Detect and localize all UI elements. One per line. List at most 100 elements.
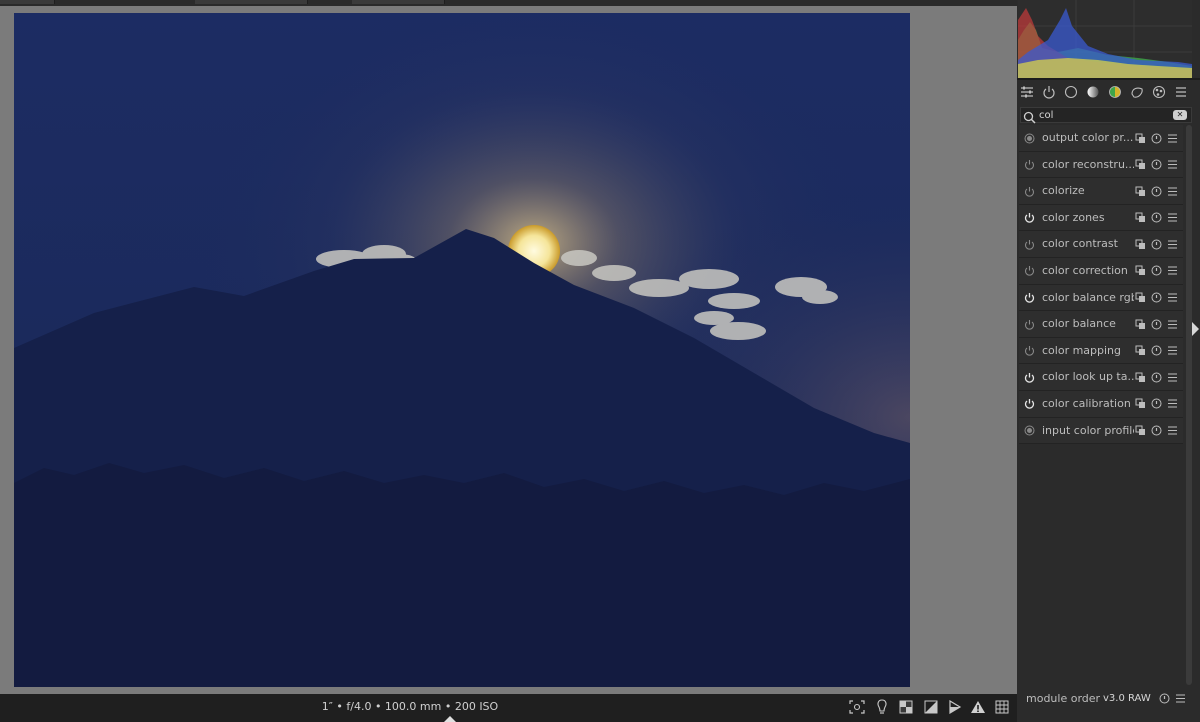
multi-instance-icon[interactable] [1134,292,1146,304]
module-label: input color profile [1042,423,1134,437]
power-on-icon[interactable] [1023,292,1035,304]
reset-icon[interactable] [1150,371,1162,383]
module-list: output color pr... color reconstru... co… [1019,125,1183,445]
reset-icon[interactable] [1150,318,1162,330]
module-label: color zones [1042,210,1105,224]
presets-menu-icon[interactable] [1166,265,1178,277]
module-color-contrast[interactable]: color contrast [1019,231,1183,258]
module-label: color calibration [1042,396,1131,410]
presets-menu-icon[interactable] [1166,292,1178,304]
power-off-icon[interactable] [1023,345,1035,357]
power-off-icon[interactable] [1023,318,1035,330]
module-order-label: module order [1026,692,1101,705]
tone-group-icon[interactable] [1084,83,1102,101]
power-on-icon[interactable] [1023,398,1035,410]
module-search-box: ✕ [1020,107,1192,124]
module-color-balance[interactable]: color balance [1019,311,1183,338]
clipping-indicator-icon[interactable] [922,698,940,716]
power-on-icon[interactable] [1023,212,1035,224]
color-assessment-icon[interactable] [873,698,891,716]
multi-instance-icon[interactable] [1134,371,1146,383]
reset-icon[interactable] [1150,238,1162,250]
module-color-calibration[interactable]: color calibration [1019,390,1183,418]
top-strip-segment[interactable] [352,0,445,4]
softproof-icon[interactable] [946,698,964,716]
reset-icon[interactable] [1150,265,1162,277]
reset-icon[interactable] [1150,212,1162,224]
base-group-icon[interactable] [1062,83,1080,101]
menu-icon[interactable] [1172,83,1190,101]
module-color-balance-rgb[interactable]: color balance rgb [1019,284,1183,312]
multi-instance-icon[interactable] [1134,159,1146,171]
multi-instance-icon[interactable] [1134,318,1146,330]
module-input-color-profile[interactable]: input color profile [1019,417,1183,445]
focus-peaking-icon[interactable] [848,698,866,716]
multi-instance-icon[interactable] [1134,265,1146,277]
multi-instance-icon[interactable] [1134,425,1146,437]
presets-menu-icon[interactable] [1166,132,1178,144]
presets-menu-icon[interactable] [1166,185,1178,197]
raw-overexposed-icon[interactable] [897,698,915,716]
expand-right-panel-arrow-icon[interactable] [1192,322,1199,336]
presets-menu-icon[interactable] [1166,159,1178,171]
presets-menu-icon[interactable] [1166,345,1178,357]
main-image[interactable] [14,13,910,687]
reset-icon[interactable] [1157,691,1171,705]
module-group-tabs [1017,83,1200,103]
reset-icon[interactable] [1150,398,1162,410]
reset-icon[interactable] [1150,159,1162,171]
presets-menu-icon[interactable] [1166,371,1178,383]
search-input[interactable] [1039,108,1169,122]
module-color-mapping[interactable]: color mapping [1019,337,1183,365]
power-on-icon[interactable] [1023,371,1035,383]
active-modules-icon[interactable] [1040,83,1058,101]
multi-instance-icon[interactable] [1134,398,1146,410]
multi-instance-icon[interactable] [1134,345,1146,357]
histogram[interactable] [1018,0,1192,78]
module-label: color reconstru... [1042,157,1134,171]
gamut-check-icon[interactable] [969,698,987,716]
reset-icon[interactable] [1150,185,1162,197]
effect-group-icon[interactable] [1150,83,1168,101]
clear-search-icon[interactable]: ✕ [1173,110,1187,120]
module-label: color correction [1042,263,1128,277]
correct-group-icon[interactable] [1128,83,1146,101]
module-list-scrollbar[interactable] [1186,125,1192,685]
presets-menu-icon[interactable] [1173,691,1187,705]
multi-instance-icon[interactable] [1134,212,1146,224]
bottom-info-bar: 1″ • f/4.0 • 100.0 mm • 200 ISO [0,694,1017,722]
multi-instance-icon[interactable] [1134,185,1146,197]
presets-menu-icon[interactable] [1166,398,1178,410]
always-on-icon [1023,132,1035,144]
color-group-icon[interactable] [1106,83,1124,101]
collapse-filmstrip-arrow-icon[interactable] [444,716,456,722]
presets-icon[interactable] [1018,83,1036,101]
reset-icon[interactable] [1150,345,1162,357]
module-color-correction[interactable]: color correction [1019,257,1183,285]
panel-divider [1017,78,1200,80]
module-color-zones[interactable]: color zones [1019,204,1183,232]
reset-icon[interactable] [1150,132,1162,144]
top-strip-segment[interactable] [0,0,55,4]
multi-instance-icon[interactable] [1134,132,1146,144]
image-exif-info: 1″ • f/4.0 • 100.0 mm • 200 ISO [321,700,499,713]
presets-menu-icon[interactable] [1166,238,1178,250]
module-output-color-profile[interactable]: output color pr... [1019,125,1183,152]
presets-menu-icon[interactable] [1166,212,1178,224]
presets-menu-icon[interactable] [1166,318,1178,330]
top-tab-strip [0,0,1017,6]
power-off-icon[interactable] [1023,265,1035,277]
guides-icon[interactable] [993,698,1011,716]
power-off-icon[interactable] [1023,159,1035,171]
top-strip-segment[interactable] [195,0,308,4]
multi-instance-icon[interactable] [1134,238,1146,250]
module-colorize[interactable]: colorize [1019,178,1183,205]
power-off-icon[interactable] [1023,238,1035,250]
reset-icon[interactable] [1150,292,1162,304]
reset-icon[interactable] [1150,425,1162,437]
module-order-version[interactable]: v3.0 RAW [1103,693,1151,704]
module-color-look-up-table[interactable]: color look up ta... [1019,364,1183,391]
power-off-icon[interactable] [1023,185,1035,197]
module-color-reconstruction[interactable]: color reconstru... [1019,151,1183,179]
presets-menu-icon[interactable] [1166,425,1178,437]
